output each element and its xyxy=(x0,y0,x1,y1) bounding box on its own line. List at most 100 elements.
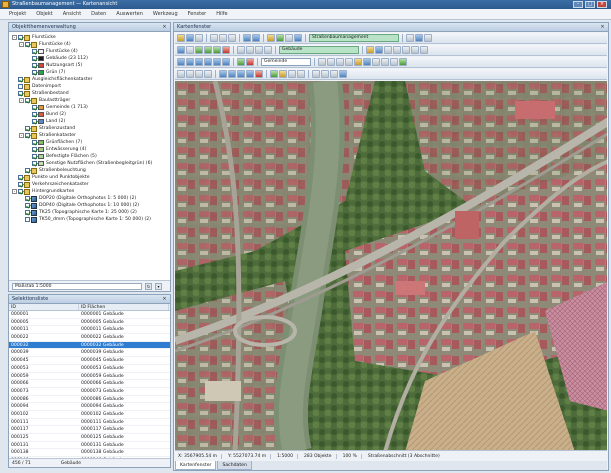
column-header-id[interactable]: ID xyxy=(9,304,79,310)
stop-icon[interactable] xyxy=(246,58,254,66)
close-icon[interactable]: × xyxy=(161,24,168,30)
tree-item[interactable]: TK50_dmm (Topographische Karte 1: 50 000… xyxy=(9,216,170,223)
split-icon[interactable] xyxy=(255,46,263,54)
refresh-icon[interactable] xyxy=(237,58,245,66)
draw-rect-icon[interactable] xyxy=(177,70,185,78)
buffer-icon[interactable] xyxy=(384,46,392,54)
query-icon[interactable] xyxy=(415,34,423,42)
expand-toggle-icon[interactable]: - xyxy=(12,35,17,40)
scale-field[interactable]: Maßstab 1:5000 xyxy=(12,282,142,290)
layer-visibility-checkbox[interactable] xyxy=(18,91,23,96)
open-icon[interactable] xyxy=(177,34,185,42)
select-all-icon[interactable] xyxy=(246,70,254,78)
tree-item[interactable]: Sonstige Nutzflächen (Straßenbegleitgrün… xyxy=(9,160,170,167)
cut-icon[interactable] xyxy=(210,34,218,42)
statistics-icon[interactable] xyxy=(270,70,278,78)
table-row[interactable]: 000111 0000111 Gebäude xyxy=(9,419,170,427)
area-combo[interactable]: Gemeinde xyxy=(261,58,311,66)
expand-toggle-icon[interactable]: - xyxy=(19,133,24,138)
table-row[interactable]: 000005 0000005 Gebäude xyxy=(9,319,170,327)
settings-icon[interactable] xyxy=(285,34,293,42)
style-icon[interactable] xyxy=(402,46,410,54)
select-rect-icon[interactable] xyxy=(219,70,227,78)
hyperlink-icon[interactable] xyxy=(312,70,320,78)
table-row[interactable]: 000117 0000117 Gebäude xyxy=(9,426,170,434)
import-icon[interactable] xyxy=(420,46,428,54)
edit-icon[interactable] xyxy=(186,46,194,54)
table-row[interactable]: 000053 0000053 Gebäude xyxy=(9,365,170,373)
tree-item[interactable]: Entwässerung (4) xyxy=(9,146,170,153)
layer-visibility-checkbox[interactable] xyxy=(18,189,23,194)
draw-text-icon[interactable] xyxy=(204,70,212,78)
zoom-extent-icon[interactable] xyxy=(204,58,212,66)
layer-visibility-checkbox[interactable] xyxy=(32,56,37,61)
table-row[interactable]: 000066 0000066 Gebäude xyxy=(9,380,170,388)
tree-item[interactable]: Gebäude (23 112) xyxy=(9,55,170,62)
save-icon[interactable] xyxy=(186,34,194,42)
layer-visibility-checkbox[interactable] xyxy=(25,133,30,138)
table-row[interactable]: 000138 0000138 Gebäude xyxy=(9,449,170,458)
measure-icon[interactable] xyxy=(375,46,383,54)
tree-item[interactable]: - Flurstücke (4) xyxy=(9,41,170,48)
menu-item[interactable]: Daten xyxy=(86,9,111,20)
layer-visibility-checkbox[interactable] xyxy=(25,210,30,215)
table-row[interactable]: 000073 0000073 Gebäude xyxy=(9,388,170,396)
layer-visibility-checkbox[interactable] xyxy=(32,63,37,68)
layer-visibility-checkbox[interactable] xyxy=(32,161,37,166)
report-icon[interactable] xyxy=(424,34,432,42)
maximize-button[interactable]: □ xyxy=(585,1,595,8)
print-icon[interactable] xyxy=(195,34,203,42)
menu-item[interactable]: Auswerten xyxy=(111,9,148,20)
draw-polygon-icon[interactable] xyxy=(195,70,203,78)
tree-item[interactable]: Grünflächen (7) xyxy=(9,139,170,146)
help-icon[interactable] xyxy=(339,70,347,78)
add-line-icon[interactable] xyxy=(204,46,212,54)
bookmark-icon[interactable] xyxy=(354,58,362,66)
layer-visibility-checkbox[interactable] xyxy=(18,84,23,89)
close-icon[interactable]: × xyxy=(599,24,606,30)
expand-toggle-icon[interactable]: - xyxy=(19,98,24,103)
draw-circle-icon[interactable] xyxy=(186,70,194,78)
layer-visibility-checkbox[interactable] xyxy=(25,196,30,201)
tree-item[interactable]: Ausgleichsflächenkataster xyxy=(9,76,170,83)
tree-item[interactable]: - Baulastträger xyxy=(9,97,170,104)
table-row[interactable]: 000039 0000039 Gebäude xyxy=(9,349,170,358)
zoom-next-icon[interactable] xyxy=(222,58,230,66)
table-row[interactable]: 000032 0000032 Gebäude xyxy=(9,341,170,350)
table-row[interactable]: 000125 0000125 Gebäude xyxy=(9,434,170,442)
attributes-icon[interactable] xyxy=(288,70,296,78)
document-icon[interactable] xyxy=(330,70,338,78)
expand-toggle-icon[interactable]: - xyxy=(12,189,17,194)
zoom-out-icon[interactable] xyxy=(195,58,203,66)
expand-toggle-icon[interactable]: - xyxy=(19,42,24,47)
move-icon[interactable] xyxy=(237,46,245,54)
tree-item[interactable]: Land (2) xyxy=(9,118,170,125)
merge-icon[interactable] xyxy=(264,46,272,54)
info-icon[interactable] xyxy=(294,34,302,42)
tree-item[interactable]: Bund (2) xyxy=(9,111,170,118)
rotate-icon[interactable] xyxy=(246,46,254,54)
search-icon[interactable] xyxy=(279,70,287,78)
layer-visibility-checkbox[interactable] xyxy=(25,98,30,103)
pan-icon[interactable] xyxy=(177,58,185,66)
close-icon[interactable]: × xyxy=(161,296,168,302)
copy-icon[interactable] xyxy=(219,34,227,42)
menu-item[interactable]: Projekt xyxy=(4,9,31,20)
tree-item[interactable]: Punkte und Punktobjekte xyxy=(9,174,170,181)
tree-item[interactable]: TK25 (Topographische Karte 1: 25 000) (2… xyxy=(9,209,170,216)
menu-item[interactable]: Werkzeug xyxy=(148,9,183,20)
table-row[interactable]: 000011 0000011 Gebäude xyxy=(9,326,170,335)
layer-visibility-checkbox[interactable] xyxy=(18,182,23,187)
clear-selection-icon[interactable] xyxy=(255,70,263,78)
layer-visibility-checkbox[interactable] xyxy=(32,147,37,152)
layer-visibility-checkbox[interactable] xyxy=(32,112,37,117)
zoom-in-icon[interactable] xyxy=(186,58,194,66)
filter-icon[interactable]: ▾ xyxy=(155,282,162,290)
photo-icon[interactable] xyxy=(321,70,329,78)
export-icon[interactable] xyxy=(411,46,419,54)
delete-icon[interactable] xyxy=(222,46,230,54)
label-icon[interactable] xyxy=(393,46,401,54)
menu-item[interactable]: Hilfe xyxy=(211,9,232,20)
project-combo[interactable]: Straßenbaumanagement xyxy=(309,34,399,42)
table-row[interactable]: 000102 0000102 Gebäude xyxy=(9,411,170,419)
